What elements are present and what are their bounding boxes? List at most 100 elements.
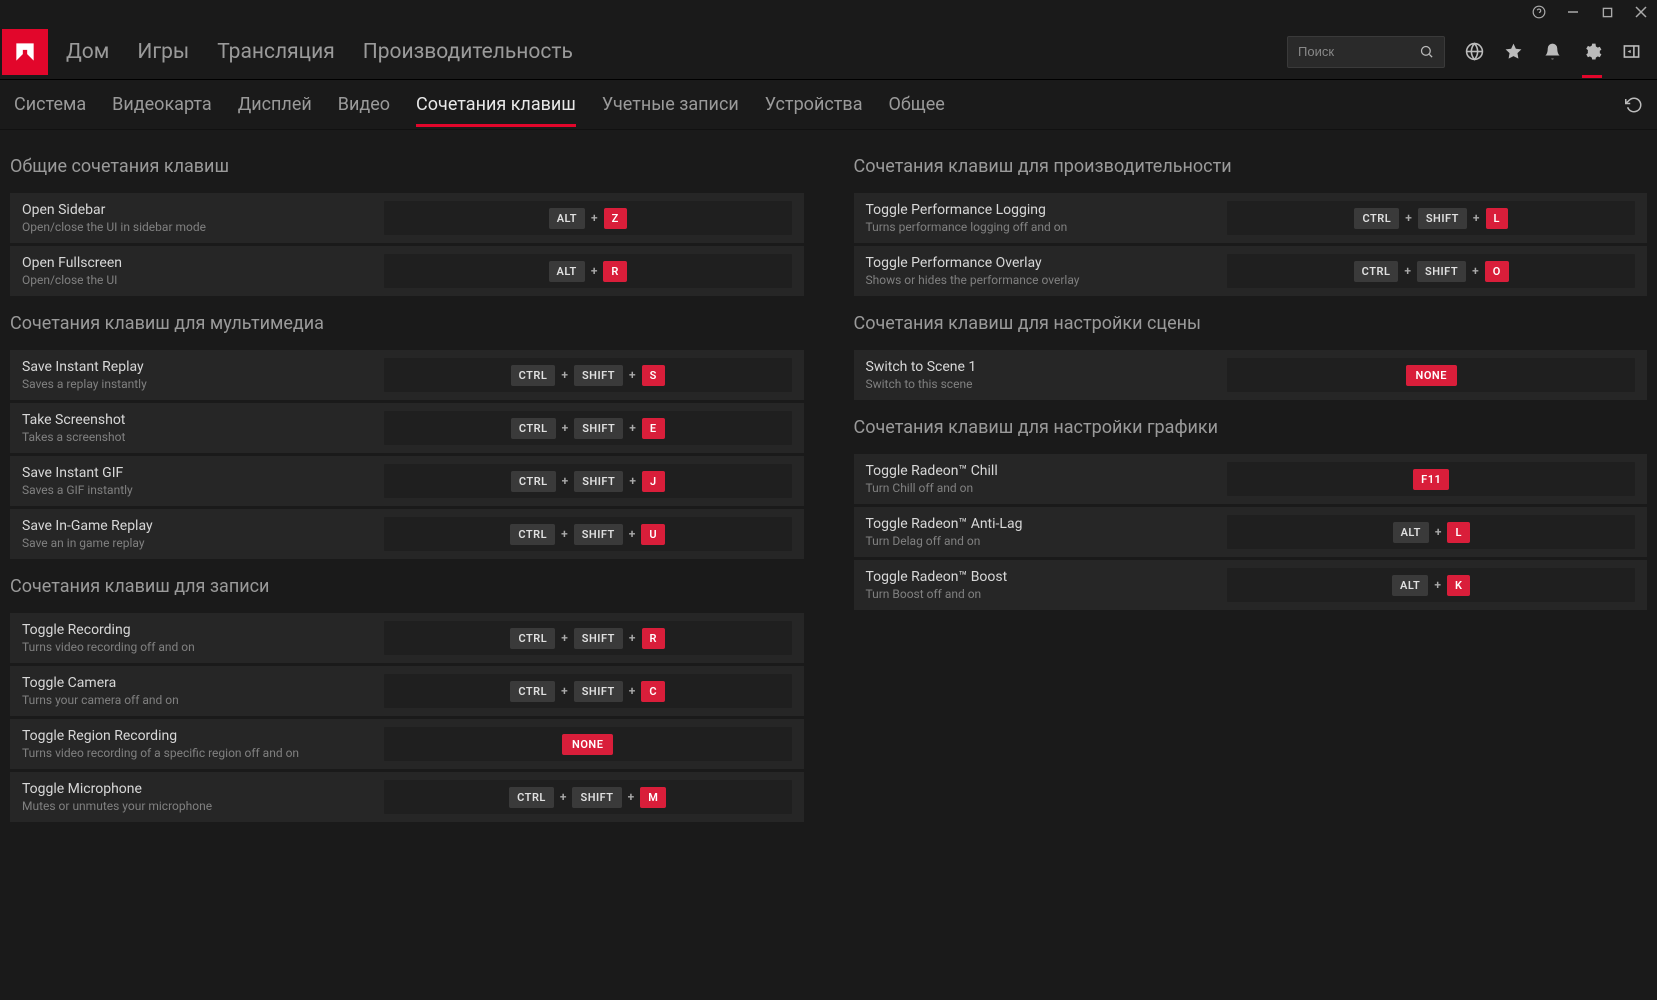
key-modifier: ALT [549, 208, 585, 229]
hotkey-labels: Toggle Radeon™ Chill Turn Chill off and o… [866, 463, 1220, 495]
hotkey-keys[interactable]: CTRL+SHIFT+C [384, 674, 792, 708]
nav-home[interactable]: Дом [66, 40, 109, 64]
tab-hotkeys[interactable]: Сочетания клавиш [416, 82, 576, 127]
hotkey-row[interactable]: Switch to Scene 1Switch to this sceneNON… [854, 350, 1648, 401]
tab-devices[interactable]: Устройства [765, 82, 863, 127]
hotkey-labels: Toggle Performance LoggingTurns performa… [866, 202, 1220, 234]
plus-icon: + [591, 264, 598, 278]
settings-subnav: Система Видеокарта Дисплей Видео Сочетан… [0, 80, 1657, 130]
search-input[interactable] [1298, 44, 1408, 59]
plus-icon: + [560, 790, 567, 804]
key-none: NONE [562, 734, 613, 755]
hotkey-keys[interactable]: F11 [1227, 462, 1635, 496]
tab-accounts[interactable]: Учетные записи [602, 82, 739, 127]
reset-icon[interactable] [1625, 96, 1643, 114]
web-icon[interactable] [1465, 42, 1484, 61]
hotkey-keys[interactable]: NONE [384, 727, 792, 761]
key-final: K [1447, 575, 1470, 596]
hotkey-keys[interactable]: CTRL+SHIFT+M [384, 780, 792, 814]
hotkey-title: Toggle Performance Logging [866, 202, 1220, 218]
hotkey-desc: Mutes or unmutes your microphone [22, 799, 376, 813]
key-final: L [1447, 522, 1469, 543]
hotkey-desc: Turn Chill off and on [866, 481, 1220, 495]
key-modifier: CTRL [510, 681, 555, 702]
hotkey-list: Toggle Radeon™ Chill Turn Chill off and o… [854, 454, 1648, 611]
hotkey-keys[interactable]: ALT+L [1227, 515, 1635, 549]
hotkey-desc: Open/close the UI in sidebar mode [22, 220, 376, 234]
key-modifier: SHIFT [574, 471, 623, 492]
hotkey-row[interactable]: Toggle Performance LoggingTurns performa… [854, 193, 1648, 244]
minimize-button[interactable] [1565, 4, 1581, 20]
hotkey-keys[interactable]: NONE [1227, 358, 1635, 392]
hotkey-keys[interactable]: CTRL+SHIFT+U [384, 517, 792, 551]
hotkey-row[interactable]: Toggle Performance OverlayShows or hides… [854, 246, 1648, 297]
hotkey-keys[interactable]: CTRL+SHIFT+R [384, 621, 792, 655]
plus-icon: + [1434, 578, 1441, 592]
hotkey-row[interactable]: Toggle Radeon™ Chill Turn Chill off and o… [854, 454, 1648, 505]
hotkey-title: Open Sidebar [22, 202, 376, 218]
hotkey-keys[interactable]: ALT+Z [384, 201, 792, 235]
section-title: Сочетания клавиш для настройки графики [854, 417, 1648, 438]
hotkey-row[interactable]: Toggle Microphone Mutes or unmutes your m… [10, 772, 804, 823]
search-icon[interactable] [1419, 44, 1434, 59]
hotkey-row[interactable]: Take ScreenshotTakes a screenshotCTRL+SH… [10, 403, 804, 454]
tab-video[interactable]: Видео [338, 82, 390, 127]
hotkey-title: Toggle Radeon™ Chill [866, 463, 1220, 479]
nav-games[interactable]: Игры [137, 40, 189, 64]
nav-streaming[interactable]: Трансляция [217, 40, 335, 64]
hotkey-row[interactable]: Open FullscreenOpen/close the UIALT+R [10, 246, 804, 297]
key-modifier: CTRL [510, 524, 555, 545]
bell-icon[interactable] [1543, 42, 1562, 61]
plus-icon: + [629, 684, 636, 698]
search-box[interactable] [1287, 36, 1445, 68]
hotkey-row[interactable]: Save In-Game ReplaySave an in game repla… [10, 509, 804, 560]
plus-icon: + [628, 790, 635, 804]
window-titlebar [0, 0, 1657, 24]
hotkey-row[interactable]: Open Sidebar Open/close the UI in sidebar… [10, 193, 804, 244]
hotkey-row[interactable]: Toggle Region RecordingTurns video recor… [10, 719, 804, 770]
tab-general[interactable]: Общее [889, 82, 945, 127]
hotkey-keys[interactable]: CTRL+SHIFT+E [384, 411, 792, 445]
help-icon[interactable] [1531, 4, 1547, 20]
hotkey-labels: Take ScreenshotTakes a screenshot [22, 412, 376, 444]
hotkey-labels: Toggle Microphone Mutes or unmutes your m… [22, 781, 376, 813]
hotkey-keys[interactable]: ALT+K [1227, 568, 1635, 602]
section-title: Сочетания клавиш для записи [10, 576, 804, 597]
plus-icon: + [561, 368, 568, 382]
hotkey-keys[interactable]: CTRL+SHIFT+O [1227, 254, 1635, 288]
key-modifier: CTRL [509, 787, 554, 808]
hotkey-row[interactable]: Toggle Radeon™ Anti-LagTurn Delag off an… [854, 507, 1648, 558]
hotkey-keys[interactable]: CTRL+SHIFT+S [384, 358, 792, 392]
tab-display[interactable]: Дисплей [238, 82, 312, 127]
hotkey-desc: Saves a replay instantly [22, 377, 376, 391]
hotkey-keys[interactable]: ALT + R [384, 254, 792, 288]
gear-icon[interactable] [1582, 42, 1602, 62]
hotkey-row[interactable]: Toggle Radeon™ BoostTurn Boost off and o… [854, 560, 1648, 611]
key-final: R [603, 261, 627, 282]
amd-logo[interactable] [2, 29, 48, 75]
maximize-button[interactable] [1599, 4, 1615, 20]
hotkey-keys[interactable]: CTRL+SHIFT+J [384, 464, 792, 498]
hotkey-row[interactable]: Save Instant GIFSaves a GIF instantlyCTR… [10, 456, 804, 507]
hotkey-desc: Save an in game replay [22, 536, 376, 550]
nav-performance[interactable]: Производительность [363, 40, 573, 64]
key-modifier: SHIFT [574, 524, 623, 545]
panel-icon[interactable] [1622, 42, 1641, 61]
hotkey-title: Toggle Microphone [22, 781, 376, 797]
hotkey-title: Save Instant GIF [22, 465, 376, 481]
key-modifier: ALT [549, 261, 585, 282]
hotkey-row[interactable]: Toggle CameraTurns your camera off and o… [10, 666, 804, 717]
section-title: Сочетания клавиш для мультимедиа [10, 313, 804, 334]
header-right [1287, 36, 1657, 68]
tab-graphics-card[interactable]: Видеокарта [112, 82, 212, 127]
hotkey-keys[interactable]: CTRL+SHIFT+L [1227, 201, 1635, 235]
hotkey-row[interactable]: Toggle RecordingTurns video recording of… [10, 613, 804, 664]
hotkey-desc: Switch to this scene [866, 377, 1220, 391]
star-icon[interactable] [1504, 42, 1523, 61]
hotkey-labels: Save Instant GIFSaves a GIF instantly [22, 465, 376, 497]
hotkey-row[interactable]: Save Instant ReplaySaves a replay instan… [10, 350, 804, 401]
tab-system[interactable]: Система [14, 82, 86, 127]
key-modifier: CTRL [511, 471, 556, 492]
key-modifier: CTRL [1354, 208, 1399, 229]
close-button[interactable] [1633, 4, 1649, 20]
